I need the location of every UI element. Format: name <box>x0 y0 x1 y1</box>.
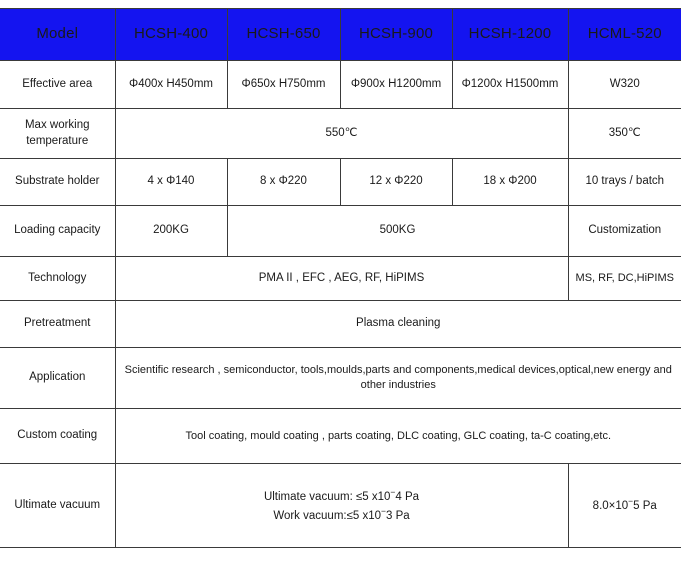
cell-substrate-holder-hcsh-650: 8 x Φ220 <box>226 158 341 206</box>
cell-substrate-holder-hcml-520: 10 trays / batch <box>567 158 681 206</box>
cell-effective-area-hcsh-1200: Φ1200x H1500mm <box>451 60 569 109</box>
cell-loading-capacity-merged: 500KG <box>226 205 569 257</box>
row-label-line-2: temperature <box>26 134 89 147</box>
row-label-loading-capacity: Loading capacity <box>0 205 116 257</box>
hcml-vacuum-prefix: 8.0×10 <box>592 500 629 513</box>
work-vacuum-line: Work vacuum:≤5 x10−3 Pa <box>120 506 564 524</box>
cell-application-merged: Scientific research , semiconductor, too… <box>114 347 681 409</box>
row-label-pretreatment: Pretreatment <box>0 300 116 348</box>
table-header: Model HCSH-400 HCSH-650 HCSH-900 HCSH-12… <box>0 8 681 61</box>
row-label-application: Application <box>0 347 116 409</box>
row-label-ultimate-vacuum: Ultimate vacuum <box>0 463 116 548</box>
cell-loading-capacity-hcml-520: Customization <box>567 205 681 257</box>
work-vacuum-prefix: Work vacuum:≤5 x10 <box>273 509 382 522</box>
table-body: Effective area Φ400x H450mm Φ650x H750mm… <box>0 60 681 548</box>
cell-pretreatment-merged: Plasma cleaning <box>114 300 681 348</box>
table-row-loading-capacity: Loading capacity 200KG 500KG Customizati… <box>0 205 681 257</box>
ultimate-vacuum-suffix: 4 Pa <box>395 490 420 503</box>
work-vacuum-suffix: 3 Pa <box>386 509 410 522</box>
cell-effective-area-hcml-520: W320 <box>567 60 681 109</box>
cell-ultimate-vacuum-merged: Ultimate vacuum: ≤5 x10−4 Pa Work vacuum… <box>114 463 569 548</box>
header-cell-hcml-520: HCML-520 <box>567 8 681 61</box>
cell-effective-area-hcsh-650: Φ650x H750mm <box>226 60 341 109</box>
cell-effective-area-hcsh-400: Φ400x H450mm <box>114 60 228 109</box>
header-cell-hcsh-650: HCSH-650 <box>226 8 341 61</box>
table-row-ultimate-vacuum: Ultimate vacuum Ultimate vacuum: ≤5 x10−… <box>0 463 681 548</box>
cell-effective-area-hcsh-900: Φ900x H1200mm <box>339 60 453 109</box>
cell-ultimate-vacuum-hcml-520: 8.0×10−5 Pa <box>567 463 681 548</box>
row-label-max-working-temperature: Max working temperature <box>0 108 116 159</box>
header-cell-hcsh-400: HCSH-400 <box>114 8 228 61</box>
header-cell-model: Model <box>0 8 116 61</box>
table-row-application: Application Scientific research , semico… <box>0 347 681 409</box>
cell-substrate-holder-hcsh-1200: 18 x Φ200 <box>451 158 569 206</box>
table-header-row: Model HCSH-400 HCSH-650 HCSH-900 HCSH-12… <box>0 8 681 61</box>
row-label-line-1: Max working <box>24 118 90 131</box>
table-row-pretreatment: Pretreatment Plasma cleaning <box>0 300 681 348</box>
cell-max-working-temperature-hcml-520: 350℃ <box>567 108 681 159</box>
cell-substrate-holder-hcsh-900: 12 x Φ220 <box>339 158 453 206</box>
cell-max-working-temperature-merged: 550℃ <box>114 108 569 159</box>
table-row-technology: Technology PMA II , EFC , AEG, RF, HiPIM… <box>0 256 681 301</box>
table-row-max-working-temperature: Max working temperature 550℃ 350℃ <box>0 108 681 159</box>
row-label-substrate-holder: Substrate holder <box>0 158 116 206</box>
hcml-vacuum-suffix: 5 Pa <box>633 500 657 513</box>
table-row-substrate-holder: Substrate holder 4 x Φ140 8 x Φ220 12 x … <box>0 158 681 206</box>
cell-custom-coating-merged: Tool coating, mould coating , parts coat… <box>114 408 681 464</box>
row-label-effective-area: Effective area <box>0 60 116 109</box>
table-row-custom-coating: Custom coating Tool coating, mould coati… <box>0 408 681 464</box>
specification-table: Model HCSH-400 HCSH-650 HCSH-900 HCSH-12… <box>0 8 681 548</box>
ultimate-vacuum-line: Ultimate vacuum: ≤5 x10−4 Pa <box>120 487 564 505</box>
header-cell-hcsh-900: HCSH-900 <box>339 8 453 61</box>
cell-substrate-holder-hcsh-400: 4 x Φ140 <box>114 158 228 206</box>
ultimate-vacuum-prefix: Ultimate vacuum: ≤5 x10 <box>263 490 391 503</box>
table-row-effective-area: Effective area Φ400x H450mm Φ650x H750mm… <box>0 60 681 109</box>
header-cell-hcsh-1200: HCSH-1200 <box>451 8 569 61</box>
cell-technology-merged: PMA II , EFC , AEG, RF, HiPIMS <box>114 256 569 301</box>
specification-table-container: Model HCSH-400 HCSH-650 HCSH-900 HCSH-12… <box>0 8 681 548</box>
cell-loading-capacity-hcsh-400: 200KG <box>114 205 228 257</box>
row-label-custom-coating: Custom coating <box>0 408 116 464</box>
row-label-technology: Technology <box>0 256 116 301</box>
cell-technology-hcml-520: MS, RF, DC,HiPIMS <box>567 256 681 301</box>
